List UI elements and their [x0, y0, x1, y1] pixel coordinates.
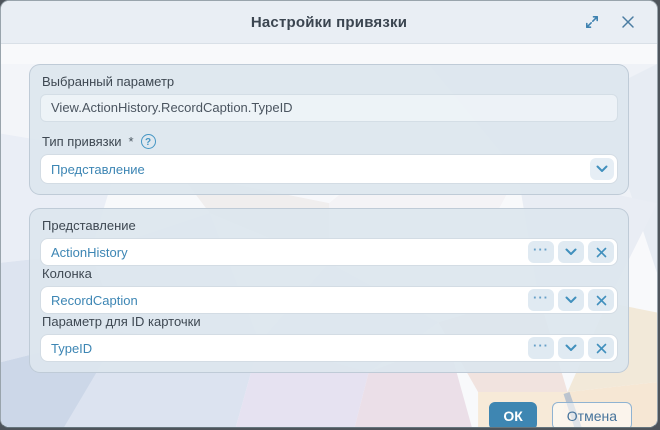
view-dropdown-button[interactable] — [558, 241, 584, 263]
view-field-group: Представление ActionHistory ··· — [40, 218, 618, 266]
binding-type-value: Представление — [51, 162, 607, 177]
view-clear-button[interactable] — [588, 241, 614, 263]
selected-parameter-value: View.ActionHistory.RecordCaption.TypeID — [51, 100, 293, 115]
cancel-button[interactable]: Отмена — [552, 402, 632, 428]
view-value: ActionHistory — [51, 245, 607, 260]
dialog-title: Настройки привязки — [251, 14, 407, 31]
chevron-down-icon — [565, 344, 577, 352]
dialog-titlebar: Настройки привязки — [1, 1, 657, 44]
card-id-param-field-group: Параметр для ID карточки TypeID ··· — [40, 314, 618, 362]
dialog-footer: ОК Отмена — [489, 402, 632, 428]
clear-icon — [596, 247, 607, 258]
column-field[interactable]: RecordCaption ··· — [40, 286, 618, 314]
card-id-param-clear-button[interactable] — [588, 337, 614, 359]
selected-parameter-label: Выбранный параметр — [40, 74, 618, 89]
chevron-down-icon — [596, 165, 608, 173]
chevron-down-icon — [565, 296, 577, 304]
chevron-down-icon — [565, 248, 577, 256]
close-button[interactable] — [619, 13, 637, 31]
ellipsis-icon: ··· — [533, 341, 549, 351]
binding-type-label: Тип привязки * ? — [40, 134, 618, 149]
expand-icon — [584, 14, 600, 30]
card-id-param-browse-button[interactable]: ··· — [528, 337, 554, 359]
lookup-panel: Представление ActionHistory ··· — [29, 208, 629, 373]
help-icon[interactable]: ? — [141, 134, 156, 149]
card-id-param-value: TypeID — [51, 341, 607, 356]
column-label: Колонка — [40, 266, 618, 281]
ellipsis-icon: ··· — [533, 293, 549, 303]
close-icon — [621, 15, 635, 29]
ellipsis-icon: ··· — [533, 245, 549, 255]
clear-icon — [596, 343, 607, 354]
clear-icon — [596, 295, 607, 306]
view-label: Представление — [40, 218, 618, 233]
column-browse-button[interactable]: ··· — [528, 289, 554, 311]
column-dropdown-button[interactable] — [558, 289, 584, 311]
dialog-content: Выбранный параметр View.ActionHistory.Re… — [1, 64, 657, 428]
binding-type-select[interactable]: Представление — [40, 154, 618, 184]
binding-settings-dialog: Настройки привязки — [0, 0, 658, 428]
column-field-group: Колонка RecordCaption ··· — [40, 266, 618, 314]
binding-type-dropdown-button[interactable] — [590, 158, 614, 180]
ok-button[interactable]: ОК — [489, 402, 536, 428]
column-value: RecordCaption — [51, 293, 607, 308]
column-clear-button[interactable] — [588, 289, 614, 311]
selected-parameter-panel: Выбранный параметр View.ActionHistory.Re… — [29, 64, 629, 195]
expand-button[interactable] — [583, 13, 601, 31]
titlebar-actions — [583, 1, 637, 43]
view-browse-button[interactable]: ··· — [528, 241, 554, 263]
card-id-param-dropdown-button[interactable] — [558, 337, 584, 359]
selected-parameter-field: View.ActionHistory.RecordCaption.TypeID — [40, 94, 618, 122]
required-mark: * — [129, 134, 134, 149]
card-id-param-label: Параметр для ID карточки — [40, 314, 618, 329]
view-field[interactable]: ActionHistory ··· — [40, 238, 618, 266]
card-id-param-field[interactable]: TypeID ··· — [40, 334, 618, 362]
